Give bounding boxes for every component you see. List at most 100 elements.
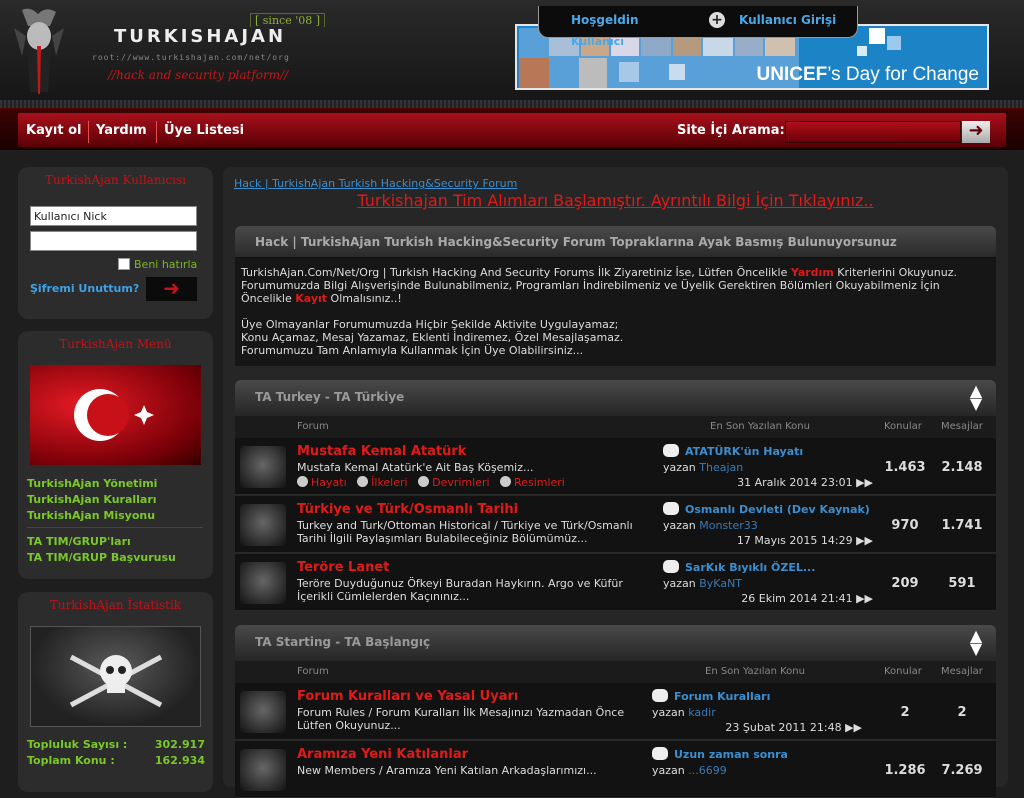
col-topics: Konular: [884, 421, 922, 432]
user-box-title: TurkishAjan Kullanıcısı: [45, 173, 186, 187]
logo-url: root://www.turkishajan.com/net/org: [92, 53, 290, 62]
topic-count: 970: [891, 518, 919, 533]
forum-description: Mustafa Kemal Atatürk'e Ait Baş Köşemiz.…: [297, 461, 534, 474]
site-header: [ since '08 ] TURKISHAJAN root://www.tur…: [0, 0, 1024, 108]
menu-link-mission[interactable]: TurkishAjan Misyonu: [27, 509, 155, 522]
search-button[interactable]: ➜: [962, 121, 990, 143]
menu-link-rules[interactable]: TurkishAjan Kuralları: [27, 493, 157, 506]
nav-register[interactable]: Kayıt ol: [26, 123, 82, 138]
last-post-date[interactable]: 31 Aralık 2014 23:01 ▶▶: [663, 476, 873, 489]
forum-title[interactable]: Türkiye ve Türk/Osmanlı Tarihi: [297, 502, 518, 517]
speech-bubble-icon: [663, 502, 679, 515]
skull-forum-icon: [240, 749, 286, 791]
category-header[interactable]: TA Turkey - TA Türkiye ▲ ▼: [235, 380, 996, 416]
plus-icon[interactable]: +: [709, 12, 725, 28]
banner-squares: [857, 28, 901, 56]
menu-link-management[interactable]: TurkishAjan Yönetimi: [27, 477, 157, 490]
welcome-header: Hack | TurkishAjan Turkish Hacking&Secur…: [235, 226, 996, 258]
forum-row: Forum Kuralları ve Yasal Uyarı Forum Rul…: [235, 683, 996, 740]
collapse-icon[interactable]: ▲ ▼: [968, 628, 984, 657]
forum-title[interactable]: Teröre Lanet: [297, 560, 389, 575]
remember-label[interactable]: Beni hatırla: [134, 258, 197, 271]
breadcrumb[interactable]: Hack | TurkishAjan Turkish Hacking&Secur…: [234, 177, 517, 190]
subforum-link[interactable]: Hayatı: [311, 476, 347, 489]
skull-forum-icon: [240, 691, 286, 733]
forum-row: Türkiye ve Türk/Osmanlı Tarihi Turkey an…: [235, 496, 996, 553]
help-link[interactable]: Yardım: [791, 266, 834, 279]
topic-count: 209: [891, 576, 919, 591]
col-posts: Mesajlar: [941, 666, 983, 677]
category-header[interactable]: TA Starting - TA Başlangıç ▲ ▼: [235, 625, 996, 661]
search-input[interactable]: [785, 121, 961, 143]
logo-since: [ since '08 ]: [250, 13, 326, 27]
last-post-title[interactable]: Osmanlı Devleti (Dev Kaynak): [685, 503, 870, 516]
forum-description: Forum Rules / Forum Kuralları İlk Mesajı…: [297, 706, 625, 732]
last-post: Uzun zaman sonra yazan ...6699: [652, 747, 862, 777]
forum-description: New Members / Aramıza Yeni Katılan Arkad…: [297, 764, 597, 777]
topic-count: 1.463: [884, 460, 926, 475]
menu-box-title: TurkishAjan Menü: [59, 337, 172, 351]
topic-count: 1.286: [884, 763, 926, 778]
last-post-author: yazan kadir: [652, 706, 716, 719]
speech-bubble-icon: [652, 689, 668, 702]
login-link[interactable]: Kullanıcı Girişi: [739, 13, 836, 27]
last-post-author: yazan Monster33: [663, 519, 758, 532]
skull-crossed-swords-icon: [69, 654, 163, 708]
password-input[interactable]: [30, 231, 197, 251]
last-post-date[interactable]: 23 Şubat 2011 21:48 ▶▶: [652, 721, 862, 734]
announcement-link[interactable]: Turkishajan Tim Alımları Başlamıştır. Ay…: [223, 191, 1008, 210]
welcome-body: TurkishAjan.Com/Net/Org | Turkish Hackin…: [235, 258, 996, 366]
nav-divider: [88, 121, 89, 143]
search-label: Site İçi Arama:: [677, 123, 785, 138]
nav-help[interactable]: Yardım: [96, 123, 147, 138]
col-posts: Mesajlar: [941, 421, 983, 432]
last-post-title[interactable]: ATATÜRK'ün Hayatı: [685, 445, 803, 458]
post-count: 2.148: [941, 460, 983, 475]
col-forum: Forum: [297, 666, 329, 677]
stats-box-title: TurkishAjan İstatistik: [49, 598, 182, 612]
main-navbar: Kayıt ol Yardım Üye Listesi Site İçi Ara…: [0, 108, 1024, 150]
subforum-skull-icon: [418, 476, 430, 487]
subforum-link[interactable]: Resimleri: [514, 476, 565, 489]
menu-link-teams[interactable]: TA TIM/GRUP'ları: [27, 535, 131, 548]
forum-row: Aramıza Yeni Katılanlar New Members / Ar…: [235, 741, 996, 798]
post-count: 1.741: [941, 518, 983, 533]
remember-checkbox[interactable]: [118, 258, 130, 270]
forum-row: Teröre Lanet Teröre Duyduğunuz Öfkeyi Bu…: [235, 554, 996, 611]
last-post-date[interactable]: 26 Ekim 2014 21:41 ▶▶: [663, 592, 873, 605]
welcome-paragraph-1: TurkishAjan.Com/Net/Org | Turkish Hackin…: [241, 266, 957, 305]
last-post-date[interactable]: 17 Mayıs 2015 14:29 ▶▶: [663, 534, 873, 547]
col-last-post: En Son Yazılan Konu: [705, 666, 805, 677]
forgot-password-link[interactable]: Şifremi Unuttum?: [30, 282, 139, 295]
stat-community: Topluluk Sayısı :302.917: [27, 738, 205, 751]
site-title[interactable]: TURKISHAJAN: [114, 26, 286, 47]
last-post-title[interactable]: Uzun zaman sonra: [674, 748, 788, 761]
subforum-link[interactable]: Devrimleri: [432, 476, 489, 489]
forum-title[interactable]: Forum Kuralları ve Yasal Uyarı: [297, 689, 518, 704]
logo-figure-icon: [14, 8, 64, 94]
last-post: ATATÜRK'ün Hayatı yazan Theajan 31 Aralı…: [663, 444, 873, 489]
login-tab: Hoşgeldin + Kullanıcı Girişi: [538, 6, 858, 38]
forum-description: Teröre Duyduğunuz Öfkeyi Buradan Haykırı…: [297, 577, 623, 603]
last-post-title[interactable]: SarKık Bıyıklı ÖZEL...: [685, 561, 815, 574]
last-post-title[interactable]: Forum Kuralları: [674, 690, 770, 703]
topic-count: 2: [900, 705, 910, 720]
subforum-link[interactable]: İlkeleri: [371, 476, 407, 489]
forum-title[interactable]: Mustafa Kemal Atatürk: [297, 444, 466, 459]
post-count: 591: [948, 576, 976, 591]
nav-member-list[interactable]: Üye Listesi: [164, 123, 244, 138]
welcome-paragraph-2: Üye Olmayanlar Forumumuzda Hiçbir Şekild…: [241, 318, 624, 357]
skull-forum-icon: [240, 504, 286, 546]
collapse-icon[interactable]: ▲ ▼: [968, 383, 984, 412]
welcome-link[interactable]: Hoşgeldin: [571, 13, 639, 27]
pirate-flag-image: [30, 626, 201, 727]
speech-bubble-icon: [663, 444, 679, 457]
menu-link-team-apply[interactable]: TA TIM/GRUP Başvurusu: [27, 551, 176, 564]
register-link[interactable]: Kayıt: [295, 292, 327, 305]
menu-box: TurkishAjan Menü TurkishAjan Yönetimi Tu…: [18, 331, 213, 579]
login-submit-button[interactable]: ➜: [146, 277, 197, 301]
stats-box: TurkishAjan İstatistik Topluluk Sayısı :…: [18, 592, 213, 792]
forum-title[interactable]: Aramıza Yeni Katılanlar: [297, 747, 468, 762]
subforum-list: Hayatı İlkeleri Devrimleri Resimleri: [297, 476, 565, 489]
username-input[interactable]: Kullanıcı Nick: [30, 206, 197, 226]
